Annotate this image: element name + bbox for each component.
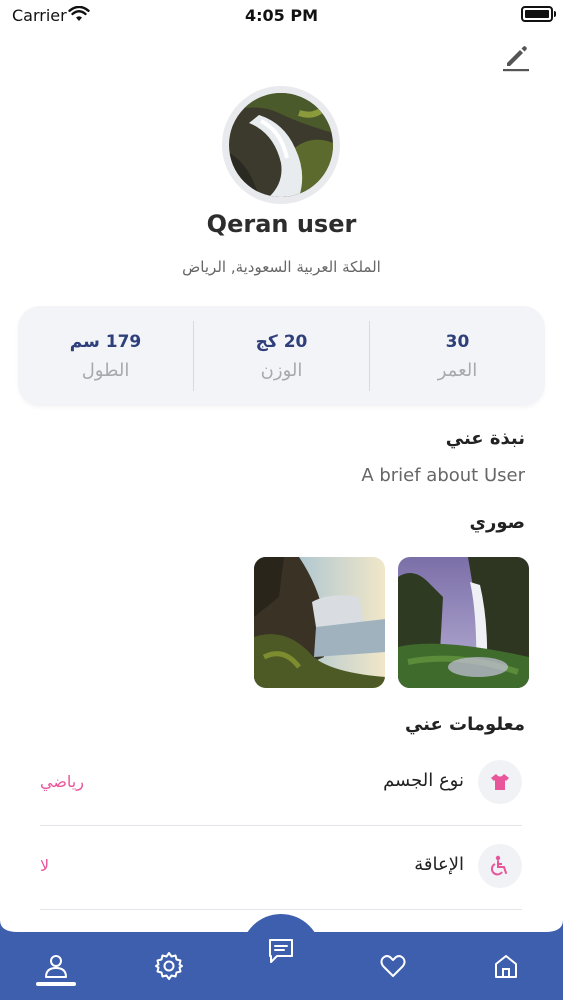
clock: 4:05 PM (244, 6, 318, 25)
stat-label: الطول (81, 359, 130, 381)
stat-age: 30 العمر (370, 321, 545, 391)
wheelchair-icon (478, 844, 522, 888)
photos-title: صوري (469, 512, 525, 533)
user-location: الملكة العربية السعودية, الرياض (182, 258, 381, 276)
battery-icon (521, 6, 553, 22)
stat-value: 20 كج (255, 331, 308, 352)
info-value: لا (40, 856, 50, 875)
nav-favorites[interactable] (368, 942, 418, 990)
home-icon (495, 955, 517, 978)
settings-icon (155, 952, 183, 980)
info-label: الإعاقة (414, 854, 464, 875)
avatar[interactable] (222, 86, 340, 204)
stat-label: العمر (437, 359, 478, 381)
heart-icon (380, 955, 406, 977)
status-bar: Carrier 4:05 PM (0, 0, 563, 30)
pencil-icon (503, 46, 529, 72)
avatar-image (229, 93, 333, 197)
about-text: A brief about User (361, 465, 525, 486)
stats-card: 30 العمر 20 كج الوزن 179 سم الطول (18, 306, 545, 406)
photo-thumbnail[interactable] (254, 557, 385, 688)
photo-thumbnail[interactable] (398, 557, 529, 688)
user-name: Qeran user (206, 210, 357, 238)
shirt-icon (478, 760, 522, 804)
nav-home[interactable] (481, 942, 531, 990)
info-row-disability[interactable]: الإعاقة لا (40, 826, 522, 910)
chat-button[interactable] (241, 914, 321, 994)
stat-height: 179 سم الطول (18, 321, 194, 391)
info-row-body-type[interactable]: نوع الجسم رياضي (40, 742, 522, 826)
chat-icon (269, 939, 293, 963)
edit-profile-button[interactable] (499, 40, 533, 74)
nav-active-indicator (36, 982, 76, 986)
stat-value: 30 (445, 331, 470, 352)
profile-icon (45, 955, 67, 978)
info-title: معلومات عني (404, 714, 525, 735)
info-label: نوع الجسم (383, 770, 464, 791)
stat-label: الوزن (260, 359, 303, 381)
about-title: نبذة عني (445, 428, 525, 449)
nav-settings[interactable] (144, 942, 194, 990)
stat-value: 179 سم (69, 331, 142, 352)
info-value: رياضي (40, 772, 84, 791)
stat-weight: 20 كج الوزن (194, 321, 370, 391)
